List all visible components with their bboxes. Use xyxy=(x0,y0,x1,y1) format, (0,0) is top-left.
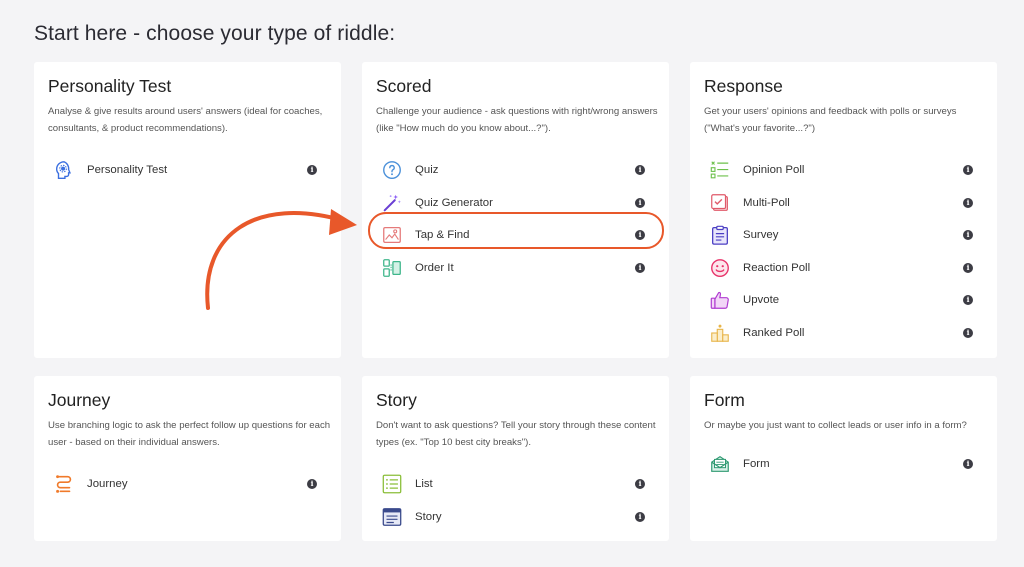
item-label: Order It xyxy=(415,261,454,274)
info-icon[interactable]: i xyxy=(307,479,317,490)
info-icon[interactable]: i xyxy=(635,262,645,273)
item-label: Personality Test xyxy=(87,164,168,177)
card-description: Don't want to ask questions? Tell your s… xyxy=(376,420,656,448)
item-label: Form xyxy=(743,458,770,471)
info-icon[interactable]: i xyxy=(635,511,645,522)
card-description: Get your users' opinions and feedback wi… xyxy=(704,106,957,134)
item-label: Journey xyxy=(87,478,128,491)
item-label: Survey xyxy=(743,229,779,242)
magic-wand-icon xyxy=(380,191,404,215)
item-quiz[interactable]: Quiz i xyxy=(376,154,655,187)
checklist-icon xyxy=(708,158,732,182)
info-icon[interactable]: i xyxy=(963,295,973,306)
item-label: Reaction Poll xyxy=(743,261,811,274)
clipboard-icon xyxy=(708,223,732,247)
form-envelope-icon xyxy=(708,452,732,476)
info-icon[interactable]: i xyxy=(307,165,317,176)
card-form: Form Or maybe you just want to collect l… xyxy=(690,376,997,541)
card-title: Story xyxy=(376,390,417,410)
item-ranked-poll[interactable]: Ranked Poll i xyxy=(704,317,983,350)
item-list[interactable]: List i xyxy=(376,468,655,501)
card-description: Or maybe you just want to collect leads … xyxy=(704,420,967,431)
smiley-icon xyxy=(708,256,732,280)
item-label: Quiz xyxy=(415,164,439,177)
card-title: Form xyxy=(704,390,745,410)
card-scored: Scored Challenge your audience - ask que… xyxy=(362,62,669,358)
info-icon[interactable]: i xyxy=(963,262,973,273)
item-label: Ranked Poll xyxy=(743,326,805,339)
card-story: Story Don't want to ask questions? Tell … xyxy=(362,376,669,541)
info-icon[interactable]: i xyxy=(963,165,973,176)
item-journey[interactable]: Journey i xyxy=(48,468,327,501)
card-title: Response xyxy=(704,76,783,96)
info-icon[interactable]: i xyxy=(635,165,645,176)
info-icon[interactable]: i xyxy=(963,459,973,470)
card-title: Scored xyxy=(376,76,432,96)
item-upvote[interactable]: Upvote i xyxy=(704,284,983,317)
story-window-icon xyxy=(380,505,404,529)
branch-path-icon xyxy=(52,472,76,496)
item-multi-poll[interactable]: Multi-Poll i xyxy=(704,187,983,220)
card-description: Analyse & give results around users' ans… xyxy=(48,106,323,134)
multi-check-icon xyxy=(708,191,732,215)
card-personality-test: Personality Test Analyse & give results … xyxy=(34,62,341,358)
card-description: Challenge your audience - ask questions … xyxy=(376,106,658,134)
info-icon[interactable]: i xyxy=(635,479,645,490)
image-pin-icon xyxy=(380,223,404,247)
item-label: List xyxy=(415,478,433,491)
card-title: Personality Test xyxy=(48,76,172,96)
card-title: Journey xyxy=(48,390,111,410)
item-survey[interactable]: Survey i xyxy=(704,219,983,252)
item-form[interactable]: Form i xyxy=(704,448,983,481)
question-circle-icon xyxy=(380,158,404,182)
card-response: Response Get your users' opinions and fe… xyxy=(690,62,997,358)
item-label: Tap & Find xyxy=(415,229,470,242)
podium-icon xyxy=(708,321,732,345)
item-reaction-poll[interactable]: Reaction Poll i xyxy=(704,252,983,285)
item-label: Quiz Generator xyxy=(415,196,493,209)
item-personality-test[interactable]: Personality Test i xyxy=(48,154,327,187)
item-label: Opinion Poll xyxy=(743,164,805,177)
item-label: Story xyxy=(415,510,442,523)
item-opinion-poll[interactable]: Opinion Poll i xyxy=(704,154,983,187)
item-order-it[interactable]: Order It i xyxy=(376,252,655,285)
info-icon[interactable]: i xyxy=(963,197,973,208)
info-icon[interactable]: i xyxy=(963,327,973,338)
thumbs-up-icon xyxy=(708,288,732,312)
info-icon[interactable]: i xyxy=(635,197,645,208)
card-description: Use branching logic to ask the perfect f… xyxy=(48,420,331,448)
item-label: Upvote xyxy=(743,294,780,307)
info-icon[interactable]: i xyxy=(635,230,645,241)
card-journey: Journey Use branching logic to ask the p… xyxy=(34,376,341,541)
item-story[interactable]: Story i xyxy=(376,501,655,534)
order-blocks-icon xyxy=(380,256,404,280)
page-title: Start here - choose your type of riddle: xyxy=(34,22,396,45)
item-tap-and-find[interactable]: Tap & Find i xyxy=(376,219,655,252)
info-icon[interactable]: i xyxy=(963,230,973,241)
item-label: Multi-Poll xyxy=(743,196,790,209)
item-quiz-generator[interactable]: Quiz Generator i xyxy=(376,187,655,220)
head-gear-icon xyxy=(52,158,76,182)
list-icon xyxy=(380,472,404,496)
